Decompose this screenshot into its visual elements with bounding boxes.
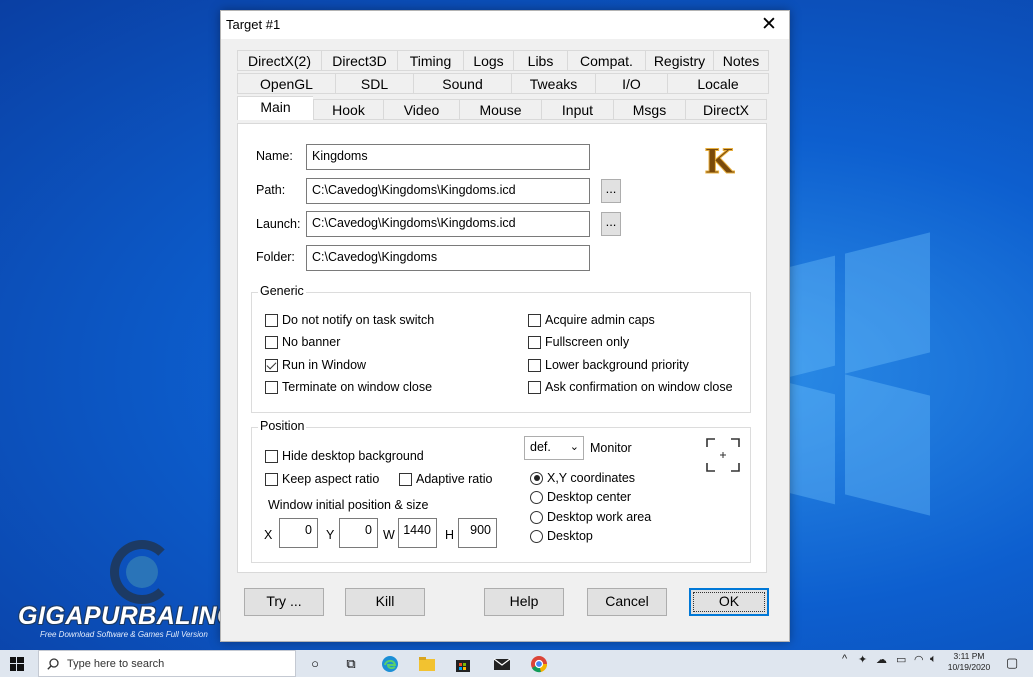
tab-hook[interactable]: Hook bbox=[313, 99, 383, 120]
tab-sdl[interactable]: SDL bbox=[335, 73, 413, 94]
tab-opengl[interactable]: OpenGL bbox=[237, 73, 335, 94]
onedrive-icon[interactable]: ☁ bbox=[876, 653, 887, 666]
generic-group-title: Generic bbox=[258, 284, 306, 298]
generic-group: Generic bbox=[251, 284, 751, 413]
cancel-button[interactable]: Cancel bbox=[587, 588, 667, 616]
position-group-title: Position bbox=[258, 419, 307, 433]
h-label: H bbox=[445, 528, 455, 542]
tab-tweaks[interactable]: Tweaks bbox=[511, 73, 595, 94]
tab-input[interactable]: Input bbox=[541, 99, 613, 120]
try-button[interactable]: Try ... bbox=[244, 588, 324, 616]
edge-icon[interactable] bbox=[381, 655, 399, 673]
tab-registry[interactable]: Registry bbox=[645, 50, 713, 71]
hide-desktop-checkbox[interactable]: Hide desktop background bbox=[265, 449, 424, 463]
path-label: Path: bbox=[256, 183, 286, 197]
terminate-on-close-checkbox[interactable]: Terminate on window close bbox=[265, 380, 432, 394]
title-bar[interactable]: Target #1 ✕ bbox=[221, 11, 789, 39]
battery-icon[interactable]: ▭ bbox=[896, 653, 906, 666]
radio-xy-coordinates[interactable]: X,Y coordinates bbox=[530, 471, 635, 485]
taskbar-search-box[interactable]: Type here to search bbox=[38, 650, 296, 677]
keep-aspect-checkbox[interactable]: Keep aspect ratio bbox=[265, 472, 379, 486]
window-title: Target #1 bbox=[226, 17, 281, 32]
acquire-admin-caps-checkbox[interactable]: Acquire admin caps bbox=[528, 313, 655, 327]
ask-confirmation-checkbox[interactable]: Ask confirmation on window close bbox=[528, 380, 733, 394]
name-label: Name: bbox=[256, 149, 293, 163]
watermark-tagline: Free Download Software & Games Full Vers… bbox=[40, 630, 208, 639]
y-input[interactable]: 0 bbox=[339, 518, 378, 548]
w-label: W bbox=[383, 528, 395, 542]
dropbox-icon[interactable]: ✦ bbox=[858, 653, 867, 666]
tab-compat[interactable]: Compat. bbox=[567, 50, 645, 71]
wifi-icon[interactable]: ◠ bbox=[914, 653, 924, 666]
folder-label: Folder: bbox=[256, 250, 295, 264]
initial-position-label: Window initial position & size bbox=[268, 498, 429, 512]
crosshair-frame-icon[interactable] bbox=[706, 438, 740, 472]
notification-icon[interactable]: ▢ bbox=[1006, 655, 1018, 671]
cortana-icon[interactable]: ○ bbox=[306, 655, 324, 673]
radio-desktop[interactable]: Desktop bbox=[530, 529, 593, 543]
run-in-window-checkbox[interactable]: Run in Window bbox=[265, 358, 366, 372]
tab-row-2: OpenGL SDL Sound Tweaks I/O Locale bbox=[237, 73, 769, 95]
game-icon[interactable]: K bbox=[703, 142, 735, 180]
launch-field[interactable]: C:\Cavedog\Kingdoms\Kingdoms.icd bbox=[306, 211, 590, 237]
tab-directx[interactable]: DirectX bbox=[685, 99, 767, 120]
position-group: Position bbox=[251, 419, 751, 563]
fullscreen-only-checkbox[interactable]: Fullscreen only bbox=[528, 335, 629, 349]
folder-field[interactable]: C:\Cavedog\Kingdoms bbox=[306, 245, 590, 271]
mail-icon[interactable] bbox=[493, 655, 511, 673]
tab-io[interactable]: I/O bbox=[595, 73, 667, 94]
taskbar: Type here to search ○ ⧉ ^ ✦ ☁ ▭ ◠ 🔈︎ ▢ bbox=[0, 650, 1033, 677]
tab-logs[interactable]: Logs bbox=[463, 50, 513, 71]
kill-button[interactable]: Kill bbox=[345, 588, 425, 616]
tab-video[interactable]: Video bbox=[383, 99, 459, 120]
w-input[interactable]: 1440 bbox=[398, 518, 437, 548]
launch-browse-button[interactable]: ... bbox=[601, 212, 621, 236]
task-view-icon[interactable]: ⧉ bbox=[342, 655, 360, 673]
x-label: X bbox=[264, 528, 273, 542]
help-button[interactable]: Help bbox=[484, 588, 564, 616]
path-field[interactable]: C:\Cavedog\Kingdoms\Kingdoms.icd bbox=[306, 178, 590, 204]
windows-start-icon[interactable] bbox=[10, 657, 24, 671]
tab-locale[interactable]: Locale bbox=[667, 73, 769, 94]
no-banner-checkbox[interactable]: No banner bbox=[265, 335, 340, 349]
tab-notes[interactable]: Notes bbox=[713, 50, 769, 71]
radio-desktop-center[interactable]: Desktop center bbox=[530, 490, 631, 504]
file-explorer-icon[interactable] bbox=[418, 655, 436, 673]
monitor-dropdown[interactable]: def. ⌄ bbox=[524, 436, 584, 460]
tab-main[interactable]: Main bbox=[237, 96, 313, 120]
tab-timing[interactable]: Timing bbox=[397, 50, 463, 71]
tab-row-3: Main Hook Video Mouse Input Msgs DirectX bbox=[237, 96, 767, 121]
y-label: Y bbox=[326, 528, 335, 542]
search-icon bbox=[47, 658, 59, 670]
adaptive-ratio-checkbox[interactable]: Adaptive ratio bbox=[399, 472, 492, 486]
svg-text:K: K bbox=[704, 142, 735, 180]
tab-direct3d[interactable]: Direct3D bbox=[321, 50, 397, 71]
tab-sound[interactable]: Sound bbox=[413, 73, 511, 94]
tab-mouse[interactable]: Mouse bbox=[459, 99, 541, 120]
launch-label: Launch: bbox=[256, 217, 301, 231]
taskbar-clock[interactable]: 3:11 PM 10/19/2020 bbox=[944, 651, 994, 673]
search-placeholder: Type here to search bbox=[67, 658, 165, 670]
tab-directx2[interactable]: DirectX(2) bbox=[237, 50, 321, 71]
path-browse-button[interactable]: ... bbox=[601, 179, 621, 203]
name-field[interactable]: Kingdoms bbox=[306, 144, 590, 170]
radio-desktop-work-area[interactable]: Desktop work area bbox=[530, 510, 651, 524]
x-input[interactable]: 0 bbox=[279, 518, 318, 548]
ok-button[interactable]: OK bbox=[689, 588, 769, 616]
chrome-icon[interactable] bbox=[530, 655, 548, 673]
store-icon[interactable] bbox=[454, 655, 472, 673]
volume-icon[interactable]: 🔈︎ bbox=[930, 653, 937, 666]
do-not-notify-checkbox[interactable]: Do not notify on task switch bbox=[265, 313, 434, 327]
tab-row-1: DirectX(2) Direct3D Timing Logs Libs Com… bbox=[237, 50, 769, 72]
chevron-down-icon: ⌄ bbox=[569, 441, 579, 453]
h-input[interactable]: 900 bbox=[458, 518, 497, 548]
close-icon[interactable]: ✕ bbox=[749, 11, 789, 39]
lower-priority-checkbox[interactable]: Lower background priority bbox=[528, 358, 689, 372]
tab-libs[interactable]: Libs bbox=[513, 50, 567, 71]
monitor-label: Monitor bbox=[590, 441, 632, 455]
tray-chevron-up-icon[interactable]: ^ bbox=[842, 653, 847, 665]
tab-msgs[interactable]: Msgs bbox=[613, 99, 685, 120]
